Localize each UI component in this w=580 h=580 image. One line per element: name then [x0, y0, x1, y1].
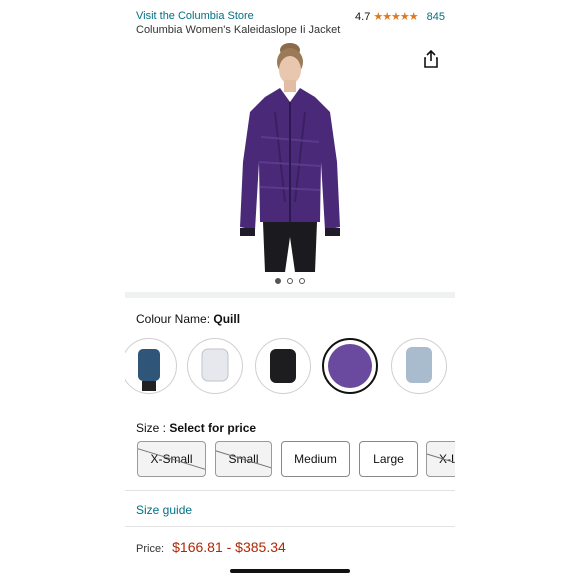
size-option-label: Medium	[294, 452, 337, 466]
blue-jacket-thumb	[138, 349, 160, 391]
gallery-pagination	[125, 278, 455, 284]
jacket-photo	[125, 42, 455, 272]
size-option-x-large[interactable]: X-L	[426, 441, 455, 477]
gallery-dot-1[interactable]	[275, 278, 281, 284]
swatch-quill-selected[interactable]	[322, 338, 378, 394]
size-option-small[interactable]: Small	[215, 441, 272, 477]
divider	[125, 526, 455, 527]
size-option-large[interactable]: Large	[359, 441, 418, 477]
size-option-x-small[interactable]: X-Small	[137, 441, 206, 477]
share-icon[interactable]	[423, 50, 439, 68]
colour-label: Colour Name: Quill	[136, 312, 240, 326]
home-indicator[interactable]	[230, 569, 350, 573]
price-range: $166.81 - $385.34	[172, 539, 286, 555]
star-rating-icon: ★★★★★	[373, 11, 418, 23]
rating-summary[interactable]: 4.7 ★★★★★ 845	[355, 10, 445, 24]
size-options: X-Small Small Medium Large X-L	[136, 441, 455, 477]
quill-colour-chip	[328, 344, 372, 388]
swatch-white[interactable]	[187, 338, 243, 394]
swatch-light-blue[interactable]	[391, 338, 447, 394]
rating-value: 4.7	[355, 10, 371, 23]
colour-label-text: Colour Name:	[136, 312, 211, 326]
price-row: Price: $166.81 - $385.34	[136, 539, 286, 555]
product-image[interactable]	[125, 42, 455, 272]
product-title: Columbia Women's Kaleidaslope Ii Jacket	[136, 24, 341, 36]
size-guide-link[interactable]: Size guide	[136, 503, 192, 517]
light-blue-jacket-thumb	[406, 347, 432, 383]
review-count[interactable]: 845	[427, 11, 445, 23]
colour-value: Quill	[213, 312, 241, 326]
size-option-label: X-L	[439, 452, 455, 466]
store-link[interactable]: Visit the Columbia Store	[136, 10, 254, 22]
size-option-label: Small	[228, 452, 259, 466]
gallery-dot-3[interactable]	[299, 278, 305, 284]
size-option-label: Large	[373, 452, 404, 466]
white-jacket-thumb	[201, 348, 229, 382]
size-value: Select for price	[169, 421, 257, 435]
product-page: Visit the Columbia Store 4.7 ★★★★★ 845 C…	[125, 0, 455, 580]
black-jacket-thumb	[270, 349, 296, 383]
swatch-blue[interactable]	[125, 338, 177, 394]
divider	[125, 292, 455, 298]
gallery-dot-2[interactable]	[287, 278, 293, 284]
price-label: Price:	[136, 543, 165, 555]
size-option-medium[interactable]: Medium	[281, 441, 350, 477]
size-label-text: Size :	[136, 421, 167, 435]
colour-swatches	[125, 338, 455, 398]
size-option-label: X-Small	[150, 452, 193, 466]
divider	[125, 490, 455, 491]
swatch-black[interactable]	[255, 338, 311, 394]
size-label: Size : Select for price	[136, 421, 256, 435]
